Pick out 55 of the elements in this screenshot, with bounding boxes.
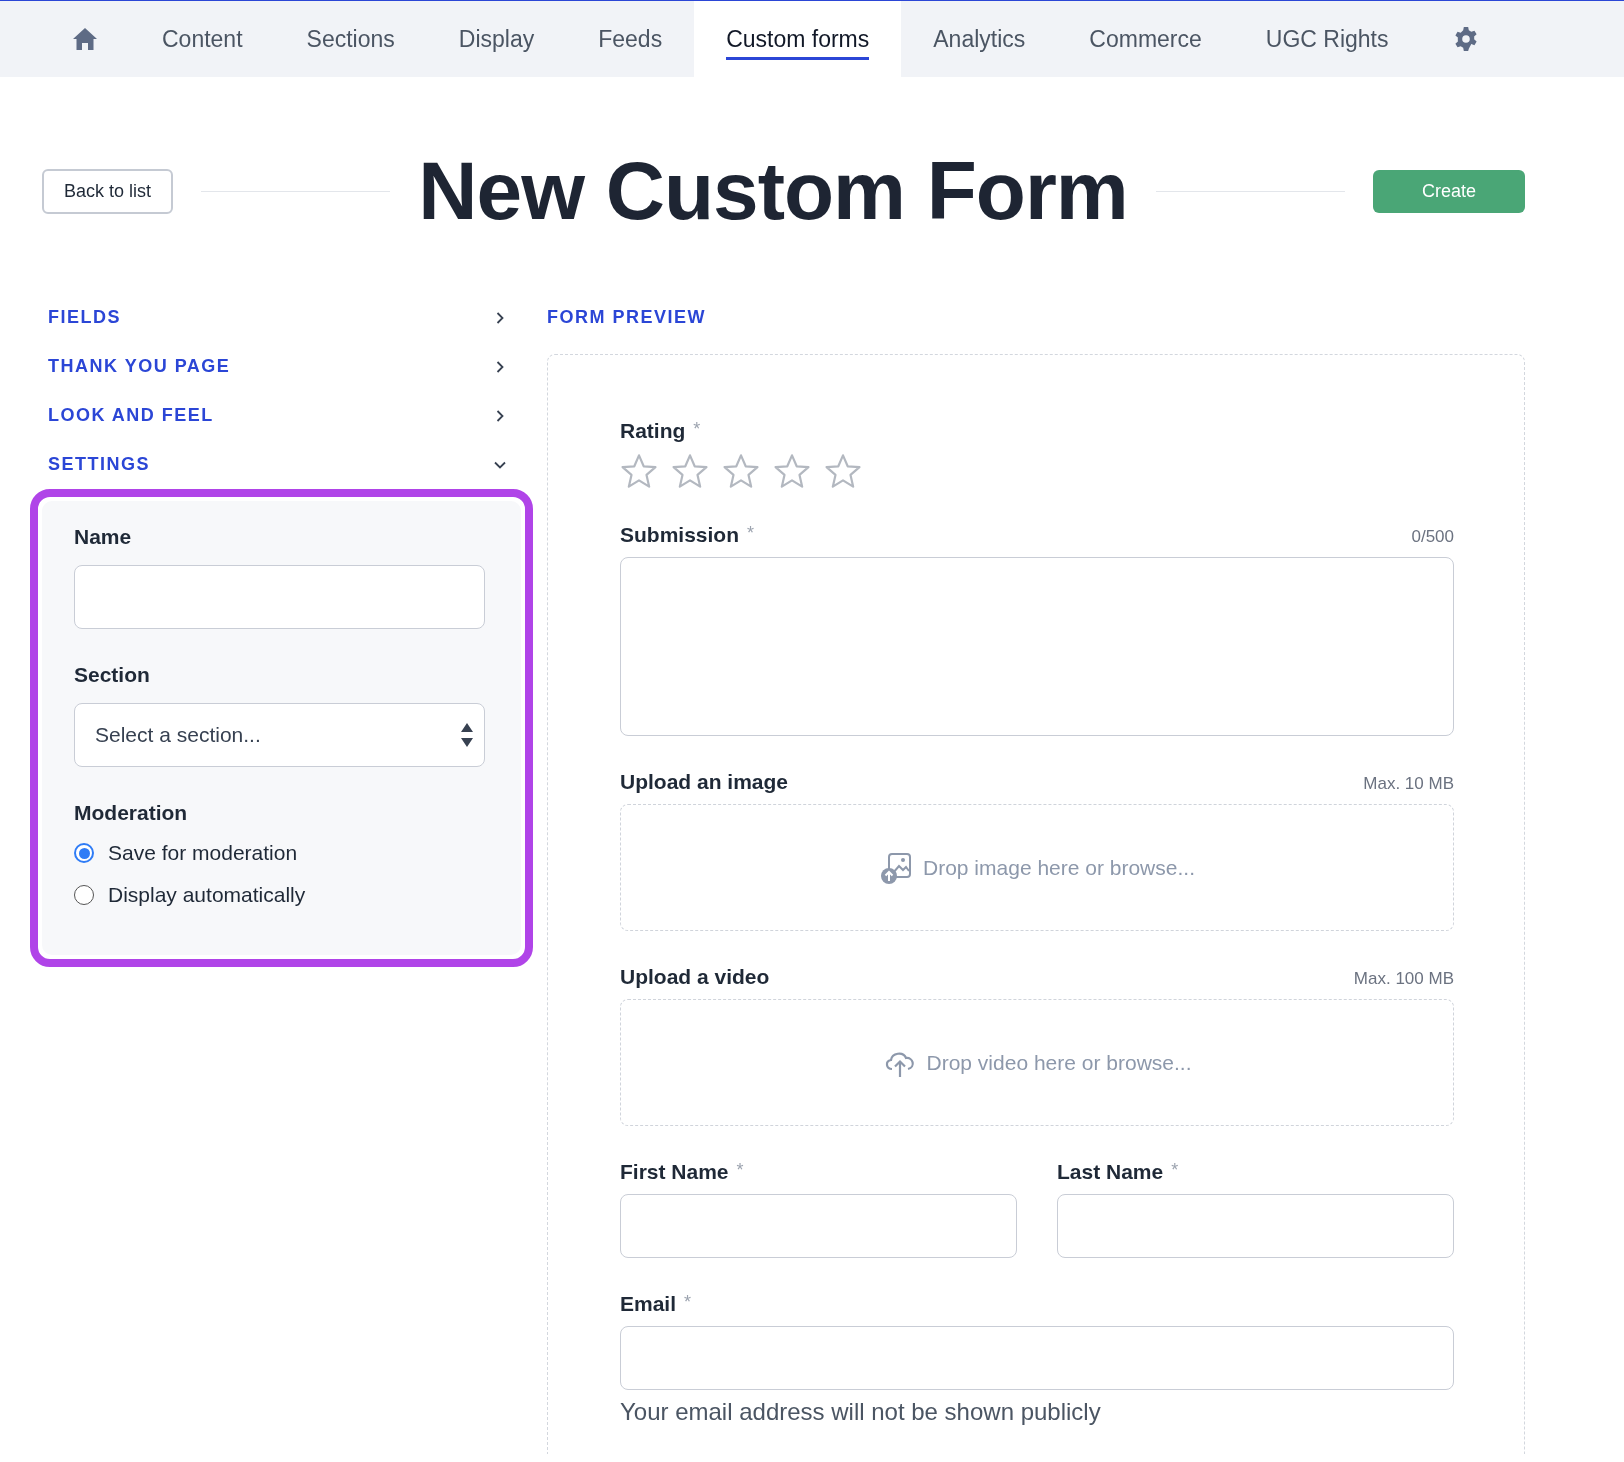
field-label: Rating <box>620 419 686 443</box>
name-input[interactable] <box>74 565 485 629</box>
star-icon[interactable] <box>722 453 760 489</box>
radio-label: Save for moderation <box>108 841 298 865</box>
field-label: Submission <box>620 523 740 547</box>
character-counter: 0/500 <box>1411 527 1454 547</box>
dropzone-text: Drop video here or browse... <box>926 1050 1192 1075</box>
field-label: Last Name <box>1057 1160 1164 1184</box>
nav-tab[interactable]: Analytics <box>901 1 1058 77</box>
nav-tab[interactable]: Content <box>130 1 275 77</box>
field-label: Upload a video <box>620 965 770 989</box>
field-hint: Your email address will not be shown publicly <box>620 1398 1102 1426</box>
nav-tab[interactable]: Commerce <box>1057 1 1234 77</box>
radio-button[interactable] <box>74 843 94 863</box>
size-limit: Max. 10 MB <box>1363 774 1454 794</box>
accordion-header[interactable]: LOOK AND FEEL <box>30 391 533 440</box>
field-label: Section <box>74 663 151 687</box>
nav-tab[interactable]: Display <box>426 1 567 77</box>
text-input[interactable] <box>1057 1194 1454 1258</box>
accordion-header[interactable]: SETTINGS <box>30 440 533 489</box>
star-icon[interactable] <box>620 453 658 489</box>
star-icon[interactable] <box>671 453 709 489</box>
required-mark: * <box>736 1160 744 1181</box>
required-mark: * <box>1171 1160 1179 1181</box>
required-mark: * <box>693 419 701 440</box>
field-label: Moderation <box>74 801 189 825</box>
size-limit: Max. 100 MB <box>1353 969 1454 989</box>
field-label: Upload an image <box>620 770 789 794</box>
home-icon <box>72 27 98 51</box>
sort-arrows-icon <box>460 722 474 748</box>
nav-tab[interactable]: Custom forms <box>694 1 902 77</box>
field-label: First Name <box>620 1160 729 1184</box>
star-icon[interactable] <box>773 453 811 489</box>
field-label: Email <box>620 1292 677 1316</box>
settings-icon <box>1452 26 1479 52</box>
section-select[interactable]: Select a section... <box>74 703 485 767</box>
accordion-header[interactable]: THANK YOU PAGE <box>30 342 533 391</box>
required-mark: * <box>747 523 755 544</box>
page-title: New Custom Form <box>418 144 1128 238</box>
dropzone-text: Drop image here or browse... <box>923 855 1195 880</box>
nav-tab[interactable]: Feeds <box>566 1 695 77</box>
submission-textarea[interactable] <box>620 557 1454 736</box>
text-input[interactable] <box>620 1194 1017 1258</box>
accordion-header[interactable]: FIELDS <box>30 293 533 342</box>
email-input[interactable] <box>620 1326 1454 1390</box>
field-label: Name <box>74 525 133 549</box>
nav-tab[interactable]: UGC Rights <box>1233 1 1421 77</box>
radio-button[interactable] <box>74 885 94 905</box>
section-heading: FORM PREVIEW <box>547 306 707 329</box>
image-upload-icon <box>879 850 913 885</box>
nav-tab[interactable]: Sections <box>274 1 427 77</box>
radio-label: Display automatically <box>108 883 306 907</box>
star-icon[interactable] <box>824 453 862 489</box>
required-mark: * <box>684 1292 692 1313</box>
back-button[interactable]: Back to list <box>42 168 174 214</box>
